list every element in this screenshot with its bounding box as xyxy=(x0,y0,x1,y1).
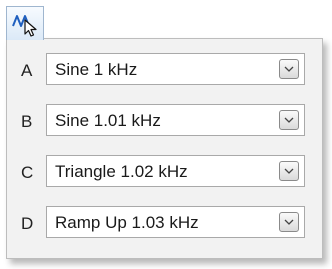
channel-label: D xyxy=(21,214,34,233)
generator-dropdown-window: A Sine 1 kHz B Sine 1.01 kHz C Triangle … xyxy=(0,0,332,269)
chevron-down-icon xyxy=(284,117,294,123)
signal-generator-icon xyxy=(12,15,37,37)
waveform-select[interactable]: Sine 1 kHz xyxy=(46,53,305,85)
channel-settings-panel: A Sine 1 kHz B Sine 1.01 kHz C Triangle … xyxy=(6,38,323,259)
channel-row-c: C Triangle 1.02 kHz xyxy=(7,152,322,192)
signal-generator-button[interactable] xyxy=(6,6,44,40)
channel-row-d: D Ramp Up 1.03 kHz xyxy=(7,203,322,243)
channel-label: A xyxy=(21,61,33,80)
waveform-value: Sine 1 kHz xyxy=(55,60,138,79)
chevron-down-icon xyxy=(284,168,294,174)
channel-row-a: A Sine 1 kHz xyxy=(7,50,322,90)
chevron-down-icon xyxy=(284,66,294,72)
channel-row-b: B Sine 1.01 kHz xyxy=(7,101,322,141)
waveform-value: Triangle 1.02 kHz xyxy=(55,162,188,181)
dropdown-button[interactable] xyxy=(279,110,299,130)
waveform-select[interactable]: Sine 1.01 kHz xyxy=(46,104,305,136)
dropdown-button[interactable] xyxy=(279,59,299,79)
waveform-value: Ramp Up 1.03 kHz xyxy=(55,213,199,232)
waveform-select[interactable]: Triangle 1.02 kHz xyxy=(46,155,305,187)
channel-label: B xyxy=(21,112,33,131)
channel-label: C xyxy=(21,163,34,182)
chevron-down-icon xyxy=(284,219,294,225)
dropdown-button[interactable] xyxy=(279,212,299,232)
waveform-value: Sine 1.01 kHz xyxy=(55,111,161,130)
dropdown-button[interactable] xyxy=(279,161,299,181)
waveform-select[interactable]: Ramp Up 1.03 kHz xyxy=(46,206,305,238)
